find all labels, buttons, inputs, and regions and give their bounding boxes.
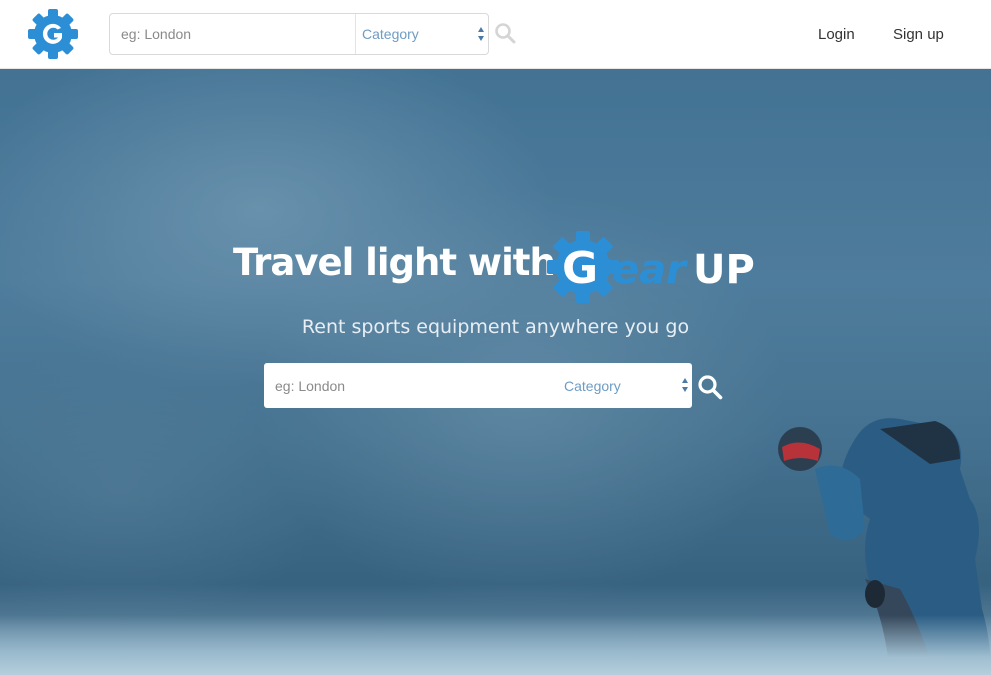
brand-up-text: UP (693, 247, 755, 293)
hero-search-bar: Category (264, 363, 692, 408)
hero-category-label: Category (564, 377, 621, 394)
search-icon[interactable] (697, 374, 723, 400)
snow-ground (0, 615, 991, 675)
login-link[interactable]: Login (818, 26, 855, 43)
nav-location-input[interactable] (110, 14, 355, 54)
nav-category-label: Category (362, 26, 419, 42)
hero-subtitle: Rent sports equipment anywhere you go (301, 316, 690, 338)
gearup-brand-logo: G ear UP (547, 231, 755, 303)
select-arrows-icon (478, 27, 484, 41)
search-icon[interactable] (494, 22, 516, 44)
hero-location-input[interactable] (264, 363, 544, 408)
hero-title: Travel light with (233, 241, 556, 284)
signup-link[interactable]: Sign up (893, 26, 944, 43)
hero-category-select[interactable]: Category (564, 363, 692, 408)
brand-ear-text: ear (612, 247, 688, 293)
top-navbar: Category Login Sign up (0, 0, 991, 69)
brand-g-letter: G (562, 243, 598, 294)
nav-category-select[interactable]: Category (355, 14, 488, 54)
nav-search-bar: Category (109, 13, 489, 55)
gear-g-logo-icon[interactable] (27, 8, 79, 60)
select-arrows-icon (682, 378, 688, 392)
hero-section: Travel light with G ear UP Rent sports e… (0, 69, 991, 675)
